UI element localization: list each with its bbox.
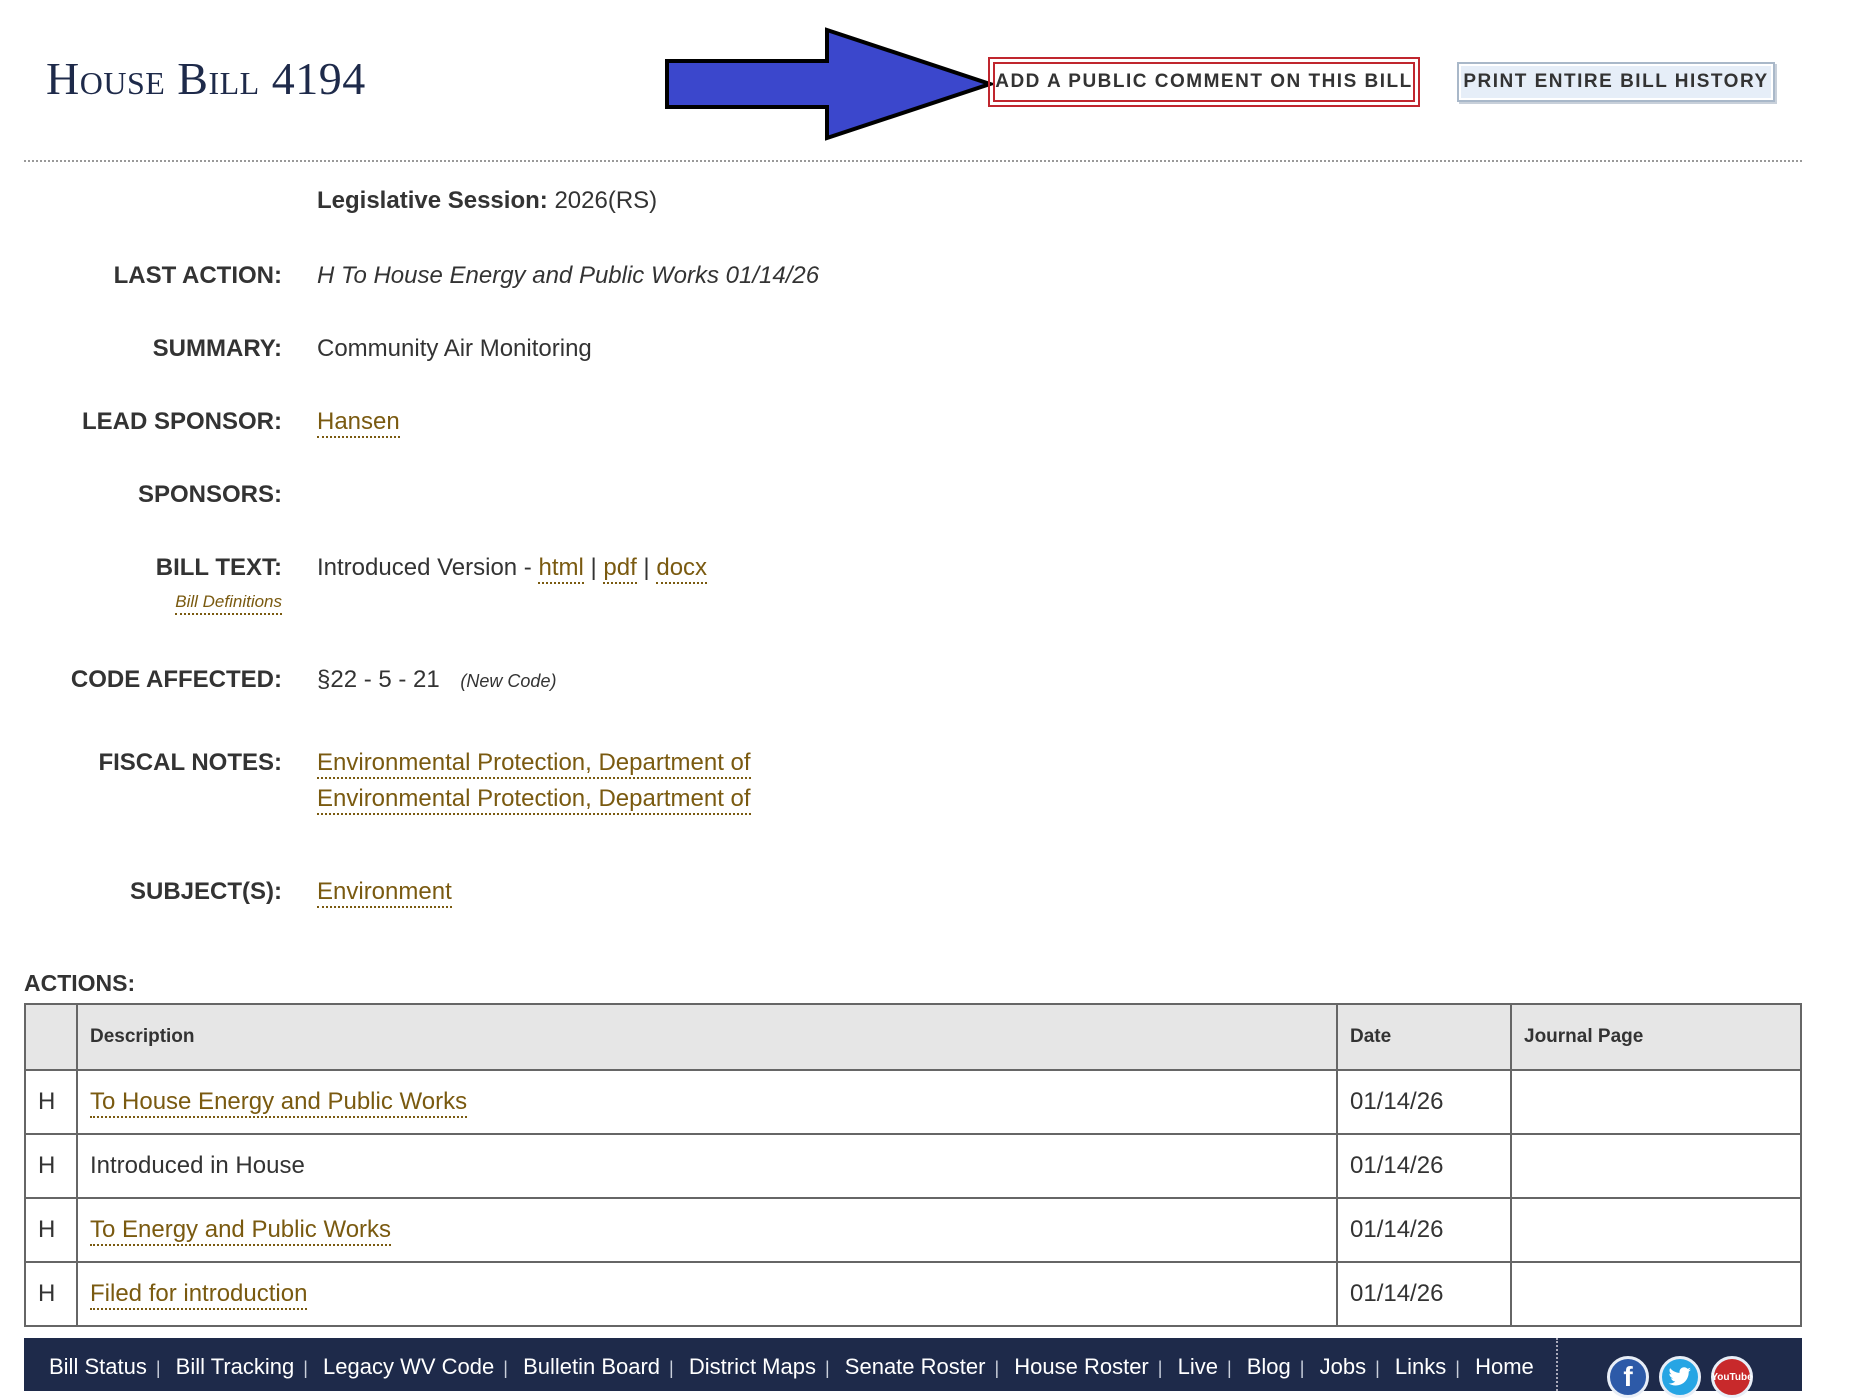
page-title: House Bill 4194 — [46, 53, 366, 104]
session-label: Legislative Session: — [317, 187, 548, 214]
date-cell: 01/14/26 — [1336, 1133, 1512, 1199]
action-description-link[interactable]: Filed for introduction — [90, 1280, 308, 1310]
date-column-header: Date — [1336, 1003, 1512, 1071]
chamber-column-header — [24, 1003, 78, 1071]
bill-text-label: BILL TEXT: — [155, 554, 282, 581]
action-description-link[interactable]: To House Energy and Public Works — [90, 1088, 468, 1118]
chamber-cell: H — [24, 1261, 78, 1327]
introduced-version-label: Introduced Version - — [317, 554, 532, 581]
last-action-label: LAST ACTION: — [113, 262, 282, 289]
journal-page-cell — [1510, 1069, 1802, 1135]
date-cell: 01/14/26 — [1336, 1261, 1512, 1327]
code-affected-label: CODE AFFECTED: — [70, 666, 282, 693]
twitter-icon[interactable] — [1659, 1356, 1701, 1398]
bill-text-docx-link[interactable]: docx — [656, 554, 708, 584]
table-row: H To House Energy and Public Works 01/14… — [24, 1069, 1802, 1135]
footer-link-bill-status[interactable]: Bill Status — [49, 1354, 147, 1379]
chamber-cell: H — [24, 1069, 78, 1135]
date-cell: 01/14/26 — [1336, 1197, 1512, 1263]
bill-definitions-link[interactable]: Bill Definitions — [175, 592, 282, 615]
print-bill-history-button[interactable]: PRINT ENTIRE BILL HISTORY — [1457, 62, 1775, 102]
fiscal-notes-label: FISCAL NOTES: — [98, 749, 282, 776]
journal-page-cell — [1510, 1261, 1802, 1327]
summary-label: SUMMARY: — [152, 335, 282, 362]
subject-link[interactable]: Environment — [317, 878, 452, 908]
footer-link-home[interactable]: Home — [1475, 1354, 1534, 1379]
journal-page-cell — [1510, 1197, 1802, 1263]
add-public-comment-button[interactable]: ADD A PUBLIC COMMENT ON THIS BILL — [988, 57, 1420, 107]
pointer-arrow-icon — [665, 27, 993, 141]
fiscal-note-link[interactable]: Environmental Protection, Department of — [317, 749, 751, 779]
table-row: H Filed for introduction 01/14/26 — [24, 1261, 1802, 1327]
footer-link-house-roster[interactable]: House Roster — [1014, 1354, 1149, 1379]
session-value: 2026(RS) — [554, 187, 658, 214]
footer-links: Bill Status | Bill Tracking | Legacy WV Co… — [49, 1354, 1534, 1379]
action-description-link[interactable]: To Energy and Public Works — [90, 1216, 392, 1246]
youtube-icon[interactable]: YouTube — [1711, 1356, 1753, 1398]
date-cell: 01/14/26 — [1336, 1069, 1512, 1135]
footer-link-live[interactable]: Live — [1178, 1354, 1218, 1379]
journal-page-cell — [1510, 1133, 1802, 1199]
journal-page-column-header: Journal Page — [1510, 1003, 1802, 1071]
last-action-value: H To House Energy and Public Works 01/14… — [317, 262, 820, 289]
facebook-icon[interactable]: f — [1607, 1356, 1649, 1398]
actions-table: Description Date Journal Page H To House… — [24, 1003, 1802, 1327]
code-affected-value: §22 - 5 - 21 — [317, 666, 440, 693]
subjects-label: SUBJECT(S): — [129, 878, 282, 905]
footer-link-senate-roster[interactable]: Senate Roster — [845, 1354, 986, 1379]
lead-sponsor-link[interactable]: Hansen — [317, 408, 400, 438]
header-divider — [24, 160, 1802, 162]
footer-link-legacy-wv-code[interactable]: Legacy WV Code — [323, 1354, 494, 1379]
bill-text-pdf-link[interactable]: pdf — [603, 554, 637, 584]
footer-link-district-maps[interactable]: District Maps — [689, 1354, 816, 1379]
legislative-session: Legislative Session: 2026(RS) — [317, 186, 657, 216]
footer-divider — [1556, 1338, 1558, 1391]
table-row: H To Energy and Public Works 01/14/26 — [24, 1197, 1802, 1263]
lead-sponsor-label: LEAD SPONSOR: — [81, 408, 282, 435]
table-row: H Introduced in House 01/14/26 — [24, 1133, 1802, 1199]
twitter-bird-icon — [1668, 1367, 1691, 1386]
actions-header-row: Description Date Journal Page — [24, 1003, 1802, 1071]
fiscal-note-link[interactable]: Environmental Protection, Department of — [317, 785, 751, 815]
chamber-cell: H — [24, 1197, 78, 1263]
footer-link-blog[interactable]: Blog — [1247, 1354, 1291, 1379]
action-description: Introduced in House — [76, 1133, 1338, 1199]
footer-nav: Bill Status | Bill Tracking | Legacy WV Co… — [24, 1338, 1802, 1398]
chamber-cell: H — [24, 1133, 78, 1199]
footer-link-jobs[interactable]: Jobs — [1320, 1354, 1366, 1379]
footer-link-bill-tracking[interactable]: Bill Tracking — [176, 1354, 295, 1379]
sponsors-label: SPONSORS: — [137, 481, 282, 508]
summary-value: Community Air Monitoring — [317, 335, 592, 362]
code-affected-note: (New Code) — [460, 671, 557, 691]
bill-text-html-link[interactable]: html — [538, 554, 584, 584]
description-column-header: Description — [76, 1003, 1338, 1071]
footer-link-links[interactable]: Links — [1395, 1354, 1446, 1379]
actions-heading: ACTIONS: — [24, 970, 136, 996]
footer-link-bulletin-board[interactable]: Bulletin Board — [523, 1354, 660, 1379]
